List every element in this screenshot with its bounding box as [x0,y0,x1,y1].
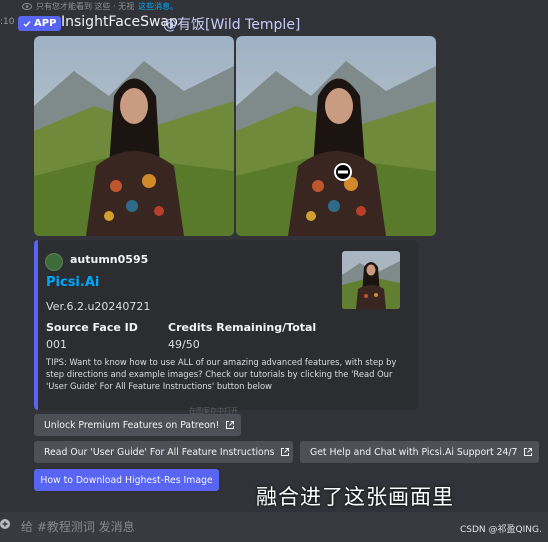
result-image-left[interactable] [34,36,234,236]
notice-text: 只有您才能看到 这些 · 无视 [36,1,135,11]
download-button[interactable]: How to Download Highest-Res Image [34,469,219,491]
result-image-right[interactable] [236,36,436,236]
field-credits-label: Credits Remaining/Total [168,321,317,334]
external-link-icon [524,448,533,456]
user-guide-button[interactable]: Read Our 'User Guide' For All Feature In… [34,441,293,463]
user-guide-button-label: Read Our 'User Guide' For All Feature In… [44,446,275,458]
app-badge: APP [18,16,62,31]
external-link-icon [281,448,290,456]
eye-icon [22,2,32,10]
message-timestamp: :10 [0,17,15,27]
video-caption: 融合进了这张画面里 [256,485,454,509]
embed-title[interactable]: Picsi.Ai [46,275,99,290]
message-input[interactable]: 给 #教程测词 发消息 [21,518,135,535]
message-author[interactable]: InsightFaceSwap [61,14,178,30]
thumbnail-image [342,251,400,309]
patreon-button[interactable]: Unlock Premium Features on Patreon! [34,414,241,436]
ephemeral-notice: 只有您才能看到 这些 · 无视 这些消息。 [22,0,178,12]
external-link-icon [226,421,235,429]
avatar [45,253,63,271]
source-watermark: CSDN @祁盈QING. [460,525,542,535]
embed-author: autumn0595 [70,253,149,266]
field-source-face-id-value: 001 [46,338,67,351]
embed-version: Ver.6.2.u20240721 [46,300,151,313]
minus-circle-icon[interactable] [333,162,353,182]
download-button-label: How to Download Highest-Res Image [40,474,213,486]
embed-thumbnail[interactable] [342,251,400,309]
patreon-button-label: Unlock Premium Features on Patreon! [44,419,220,431]
dismiss-link[interactable]: 这些消息。 [138,1,178,12]
app-badge-label: APP [34,18,57,29]
field-credits-value: 49/50 [168,338,200,351]
embed-tips: TIPS: Want to know how to use ALL of our… [46,357,397,391]
user-mention[interactable]: @有饭[Wild Temple] [163,14,300,34]
support-button-label: Get Help and Chat with Picsi.Ai Support … [310,446,518,458]
portrait-image [34,36,234,236]
check-icon [23,20,31,27]
field-source-face-id-label: Source Face ID [46,321,138,334]
support-button[interactable]: Get Help and Chat with Picsi.Ai Support … [300,441,539,463]
plus-icon[interactable] [0,519,10,529]
portrait-image [236,36,436,236]
